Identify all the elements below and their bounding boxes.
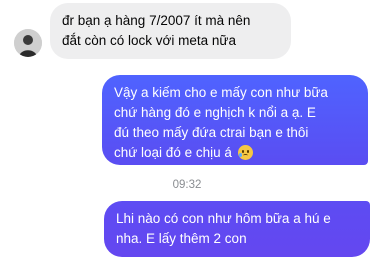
message-line: đắt còn có lock với meta nữa — [62, 33, 236, 48]
message-line: Vậy a kiếm cho e mấy con như bữa — [114, 85, 328, 100]
outgoing-message-bubble[interactable]: Lhi nào có con như hôm bữa a hú e nha. E… — [104, 201, 370, 257]
message-timestamp: 09:32 — [172, 179, 202, 191]
message-line: nha. E lấy thêm 2 con — [116, 231, 247, 246]
message-line: chứ loại đó e chịu á — [114, 145, 232, 160]
message-line-with-emoji: chứ loại đó e chịu á — [114, 143, 356, 163]
outgoing-message-bubble[interactable]: Vậy a kiếm cho e mấy con như bữa chứ hàn… — [102, 75, 368, 165]
incoming-message-bubble[interactable]: đr bạn ạ hàng 7/2007 ít mà nên đắt còn c… — [50, 3, 291, 59]
crying-face-icon — [237, 145, 253, 160]
message-line: chứ hàng đó e nghịch k nổi a ạ. E — [114, 105, 316, 120]
message-line: Lhi nào có con như hôm bữa a hú e — [116, 211, 331, 226]
sender-avatar[interactable] — [14, 29, 42, 57]
message-line: đr bạn ạ hàng 7/2007 ít mà nên — [62, 13, 251, 28]
message-line: đú theo mấy đứa ctrai bạn e thôi — [114, 125, 309, 140]
avatar-image — [14, 29, 42, 57]
